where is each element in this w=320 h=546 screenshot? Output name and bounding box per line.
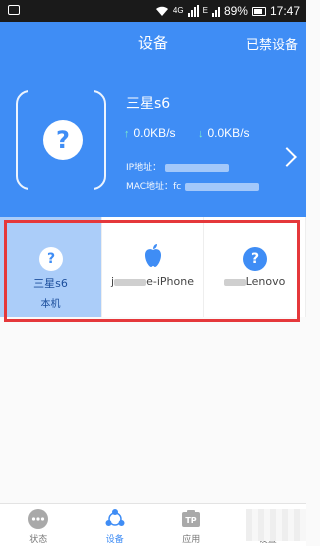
bottom-nav: 状态 设备 TP 应用 设置 bbox=[0, 503, 306, 546]
tab-devices[interactable]: 设备 bbox=[77, 504, 154, 546]
svg-text:TP: TP bbox=[186, 516, 197, 525]
device-header: 设备 已禁设备 ? 三星s6 ↑ 0.0KB/s ↓ 0.0KB/s IP地址： M… bbox=[0, 22, 306, 217]
highlight-box bbox=[4, 220, 300, 322]
chevron-right-icon[interactable] bbox=[277, 147, 297, 167]
upload-arrow-icon: ↑ bbox=[124, 128, 130, 140]
device-share-icon bbox=[105, 509, 125, 526]
signal-icon bbox=[187, 5, 199, 17]
signal-2-icon bbox=[211, 5, 220, 17]
screenshot-icon bbox=[8, 5, 20, 15]
status-bar: 4G E 89% 17:47 bbox=[0, 0, 306, 22]
question-icon: ? bbox=[43, 120, 83, 160]
current-device-name: 三星s6 bbox=[126, 96, 171, 112]
battery-icon bbox=[251, 6, 266, 16]
redacted-area bbox=[246, 509, 306, 541]
download-speed: ↓ 0.0KB/s bbox=[198, 126, 250, 140]
tab-apps[interactable]: TP 应用 bbox=[153, 504, 230, 546]
tab-settings[interactable]: 设置 bbox=[230, 504, 306, 546]
redacted-value bbox=[165, 163, 230, 172]
mac-address: MAC地址：fc bbox=[126, 179, 260, 192]
network-type: 4G bbox=[172, 6, 184, 15]
clock: 17:47 bbox=[269, 4, 300, 18]
battery-percent: 89% bbox=[223, 4, 248, 18]
ip-address: IP地址： bbox=[126, 160, 230, 173]
tab-status[interactable]: 状态 bbox=[0, 504, 77, 546]
current-device-frame: ? bbox=[16, 89, 106, 191]
status-dots-icon bbox=[28, 509, 49, 529]
upload-speed: ↑ 0.0KB/s bbox=[124, 126, 176, 140]
wifi-icon bbox=[155, 6, 168, 16]
redacted-value bbox=[185, 182, 260, 191]
app-tp-icon: TP bbox=[182, 510, 201, 527]
download-arrow-icon: ↓ bbox=[198, 128, 204, 140]
blocked-devices-button[interactable]: 已禁设备 bbox=[246, 34, 298, 53]
roaming-e: E bbox=[202, 6, 208, 15]
